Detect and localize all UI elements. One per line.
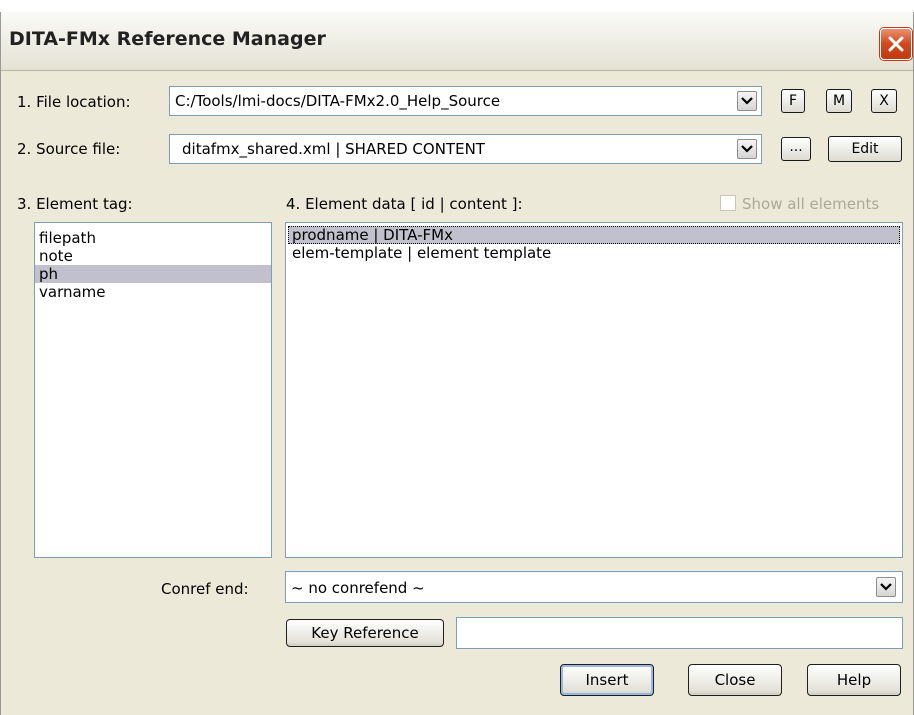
chevron-down-icon (741, 97, 753, 105)
help-button[interactable]: Help (807, 664, 901, 696)
title-bar[interactable]: DITA-FMx Reference Manager (1, 12, 913, 71)
key-reference-button[interactable]: Key Reference (286, 619, 444, 647)
source-file-value: ditafmx_shared.xml | SHARED CONTENT (182, 140, 485, 158)
browse-source-file-button[interactable]: ... (781, 137, 811, 161)
element-data-label: 4. Element data [ id | content ]: (286, 195, 523, 213)
chevron-down-icon (880, 583, 892, 591)
file-location-x-button[interactable]: X (871, 89, 897, 113)
conref-end-combo[interactable]: ~ no conrefend ~ (285, 571, 903, 603)
show-all-elements-checkbox[interactable] (720, 195, 736, 211)
file-location-f-button[interactable]: F (781, 89, 805, 113)
conref-end-value: ~ no conrefend ~ (291, 579, 425, 597)
conref-end-label: Conref end: (161, 580, 249, 598)
list-item[interactable]: elem-template | element template (288, 244, 900, 262)
file-location-dropdown-button[interactable] (737, 91, 757, 111)
file-location-m-button[interactable]: M (826, 89, 852, 113)
source-file-dropdown-button[interactable] (737, 139, 757, 159)
list-item[interactable]: ph (35, 265, 271, 283)
list-item[interactable]: filepath (35, 229, 271, 247)
close-window-button[interactable] (880, 28, 912, 60)
key-reference-input[interactable] (456, 617, 903, 649)
reference-manager-dialog: DITA-FMx Reference Manager 1. File locat… (0, 12, 914, 715)
source-file-label: 2. Source file: (17, 140, 121, 158)
file-location-combo[interactable]: C:/Tools/lmi-docs/DITA-FMx2.0_Help_Sourc… (169, 86, 762, 116)
insert-button[interactable]: Insert (560, 664, 654, 696)
element-tag-list[interactable]: filepath note ph varname (34, 222, 272, 558)
element-tag-label: 3. Element tag: (17, 195, 133, 213)
show-all-elements-label: Show all elements (742, 195, 880, 213)
close-button[interactable]: Close (688, 664, 782, 696)
edit-source-file-button[interactable]: Edit (828, 136, 902, 162)
list-item[interactable]: note (35, 247, 271, 265)
close-icon (888, 36, 904, 52)
source-file-combo[interactable]: ditafmx_shared.xml | SHARED CONTENT (169, 134, 762, 164)
chevron-down-icon (741, 145, 753, 153)
list-item[interactable]: varname (35, 283, 271, 301)
element-data-list[interactable]: prodname | DITA-FMx elem-template | elem… (285, 222, 903, 558)
list-item[interactable]: prodname | DITA-FMx (288, 226, 900, 244)
file-location-value: C:/Tools/lmi-docs/DITA-FMx2.0_Help_Sourc… (175, 92, 501, 110)
conref-end-dropdown-button[interactable] (876, 577, 896, 597)
dialog-title: DITA-FMx Reference Manager (9, 28, 326, 50)
file-location-label: 1. File location: (17, 93, 131, 111)
